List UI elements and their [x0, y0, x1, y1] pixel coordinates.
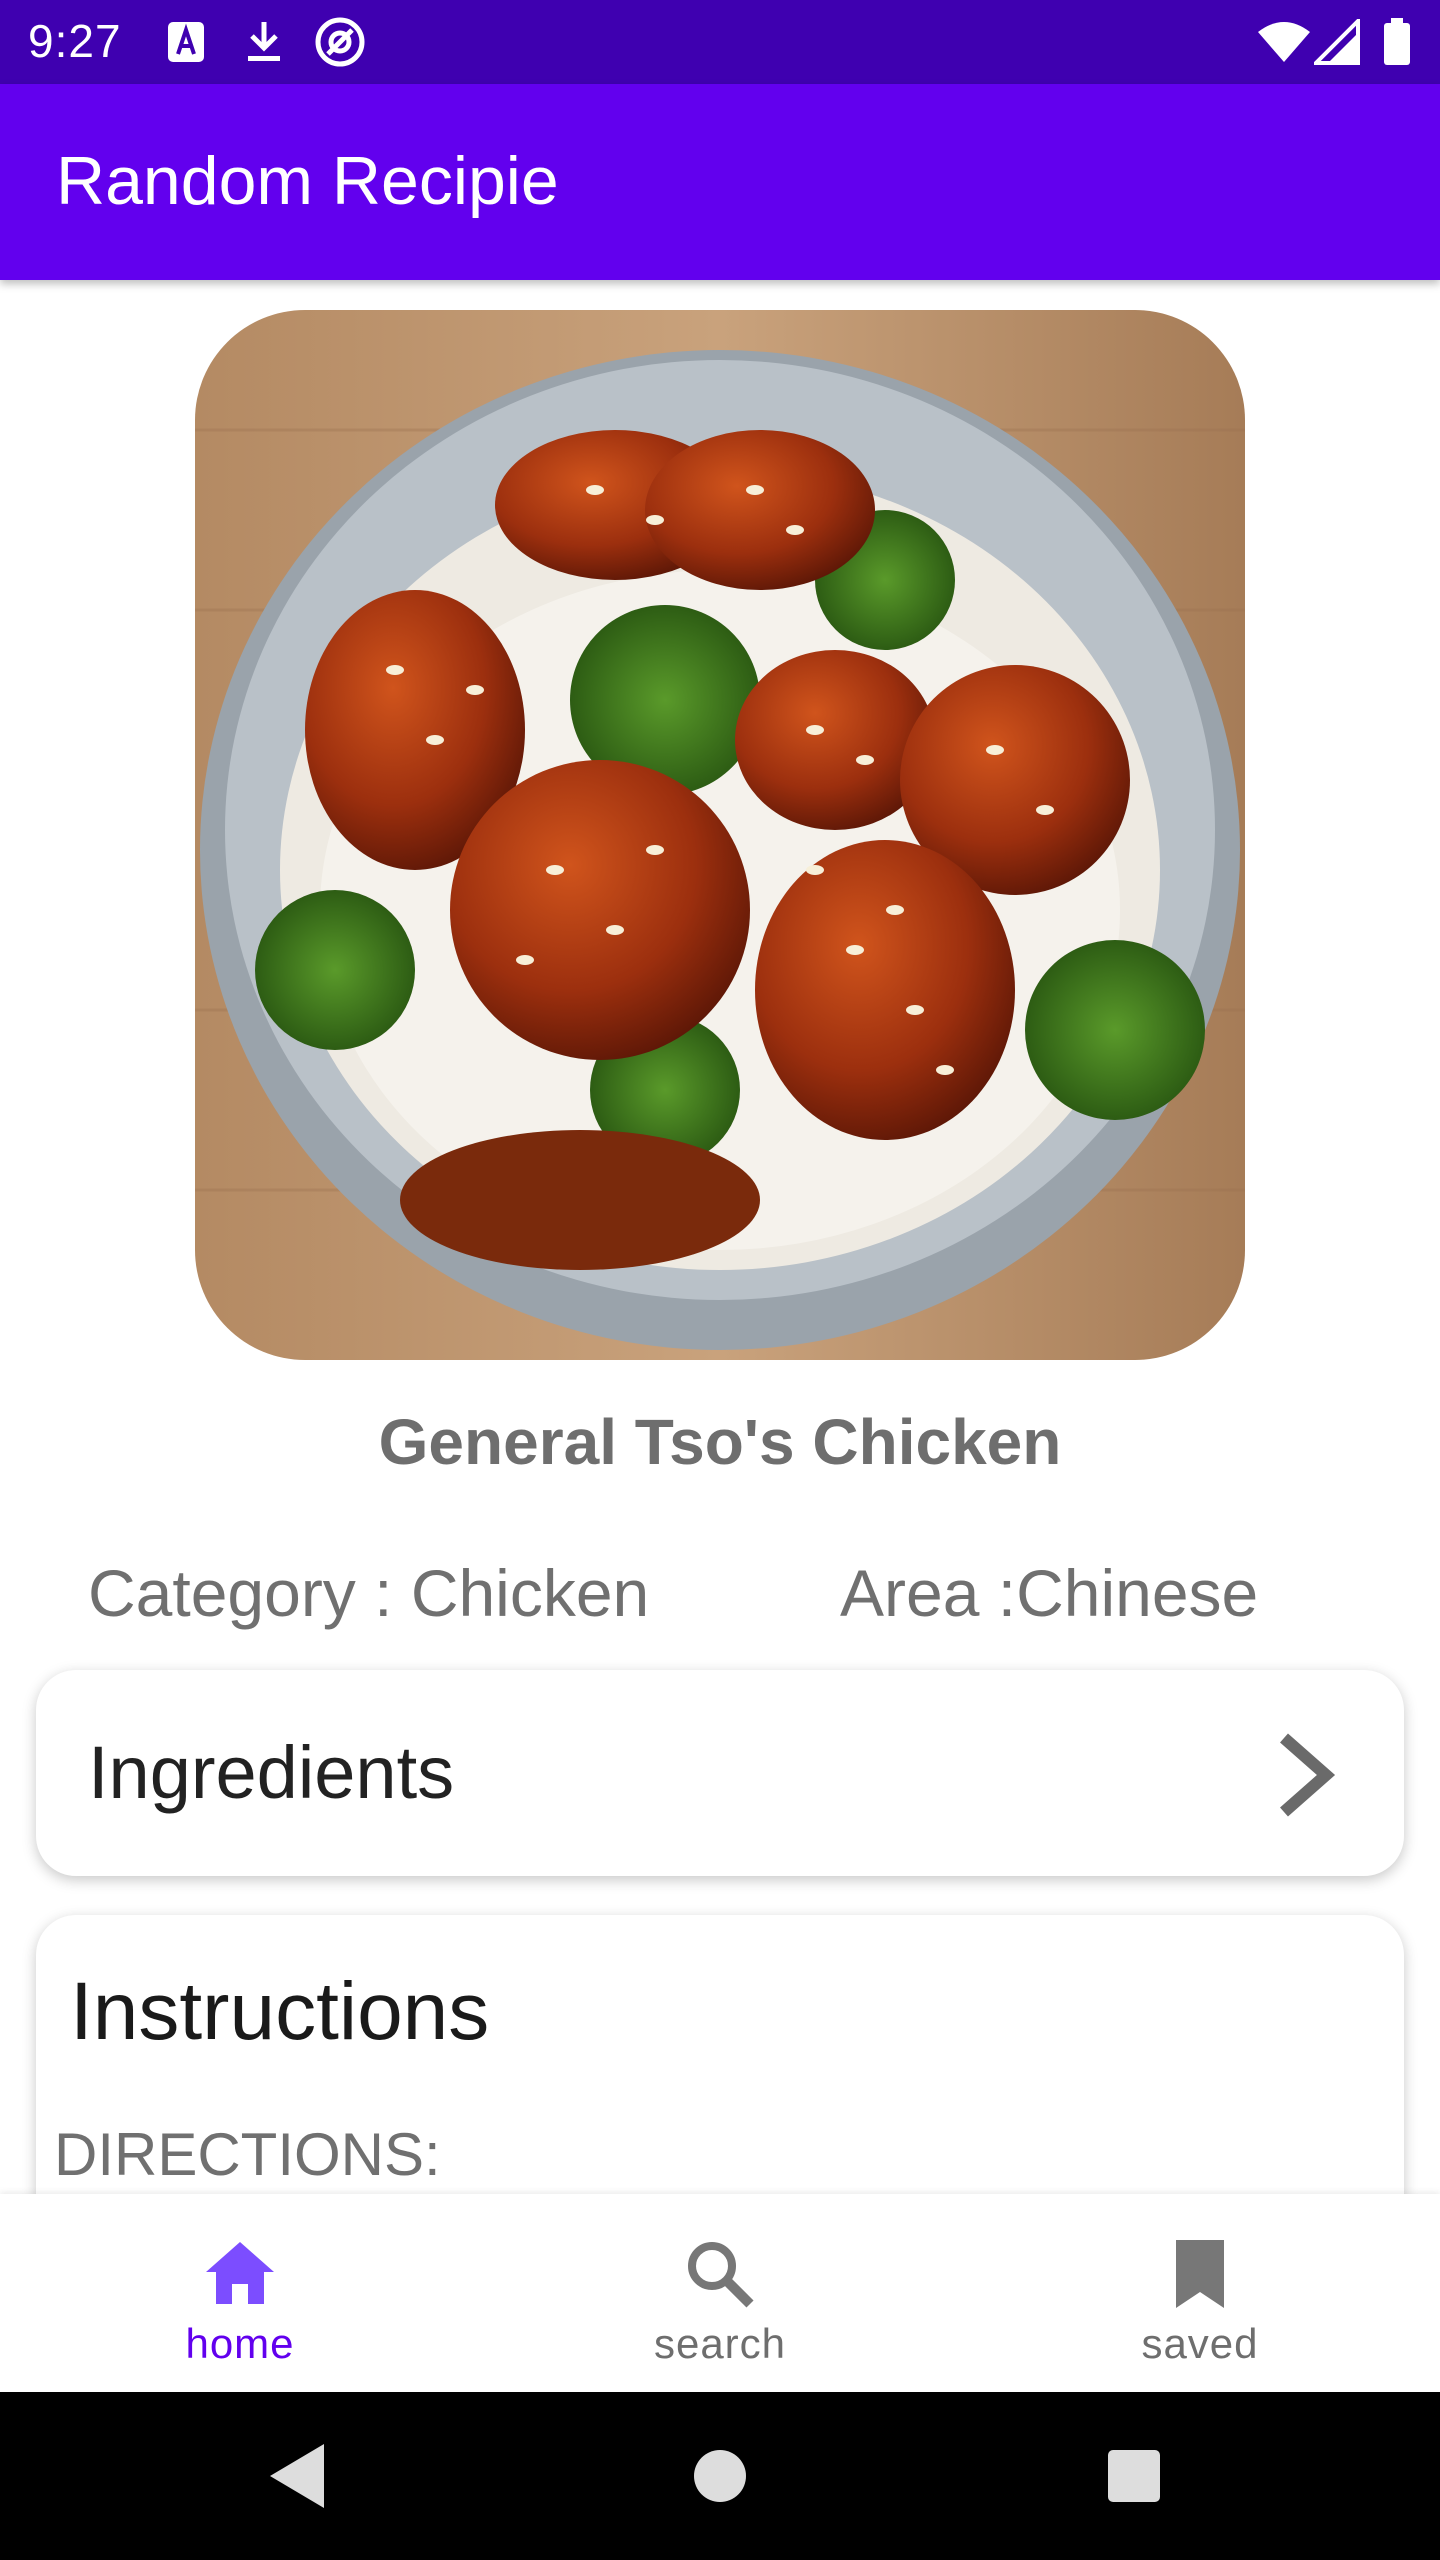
recents-icon[interactable]: [1094, 2436, 1174, 2516]
home-circle-icon[interactable]: [680, 2436, 760, 2516]
home-icon: [200, 2234, 280, 2314]
nav-saved-label: saved: [1141, 2320, 1259, 2367]
system-navigation-bar: [0, 2392, 1440, 2560]
wifi-icon: [1256, 16, 1312, 68]
battery-icon: [1382, 16, 1412, 68]
nav-home[interactable]: home: [0, 2194, 480, 2392]
instructions-label: Instructions: [70, 1966, 490, 2057]
directions-label: DIRECTIONS:: [54, 2121, 441, 2188]
a-letter-icon: [166, 16, 206, 68]
category-label: Category : Chicken: [88, 1556, 650, 1630]
app-bar: Random Recipie: [0, 84, 1440, 280]
nav-home-label: home: [185, 2320, 295, 2367]
nav-search-label: search: [653, 2320, 787, 2367]
status-bar: 9:27: [0, 0, 1440, 84]
ingredients-card[interactable]: Ingredients: [36, 1670, 1404, 1876]
recipe-image: [195, 310, 1245, 1360]
recipe-name: General Tso's Chicken: [378, 1406, 1062, 1478]
download-icon: [244, 16, 284, 68]
nav-search[interactable]: search: [480, 2194, 960, 2392]
bookmark-icon: [1160, 2234, 1240, 2314]
status-time: 9:27: [28, 15, 122, 67]
chevron-right-icon: [1270, 1730, 1340, 1820]
search-icon: [680, 2234, 760, 2314]
back-icon[interactable]: [262, 2436, 342, 2516]
app-title: Random Recipie: [56, 143, 559, 219]
area-label: Area :Chinese: [840, 1556, 1259, 1630]
ingredients-label: Ingredients: [88, 1731, 455, 1814]
nav-saved[interactable]: saved: [960, 2194, 1440, 2392]
at-sign-icon: [314, 16, 366, 68]
bottom-navigation: home search saved: [0, 2194, 1440, 2392]
signal-icon: [1314, 16, 1360, 68]
